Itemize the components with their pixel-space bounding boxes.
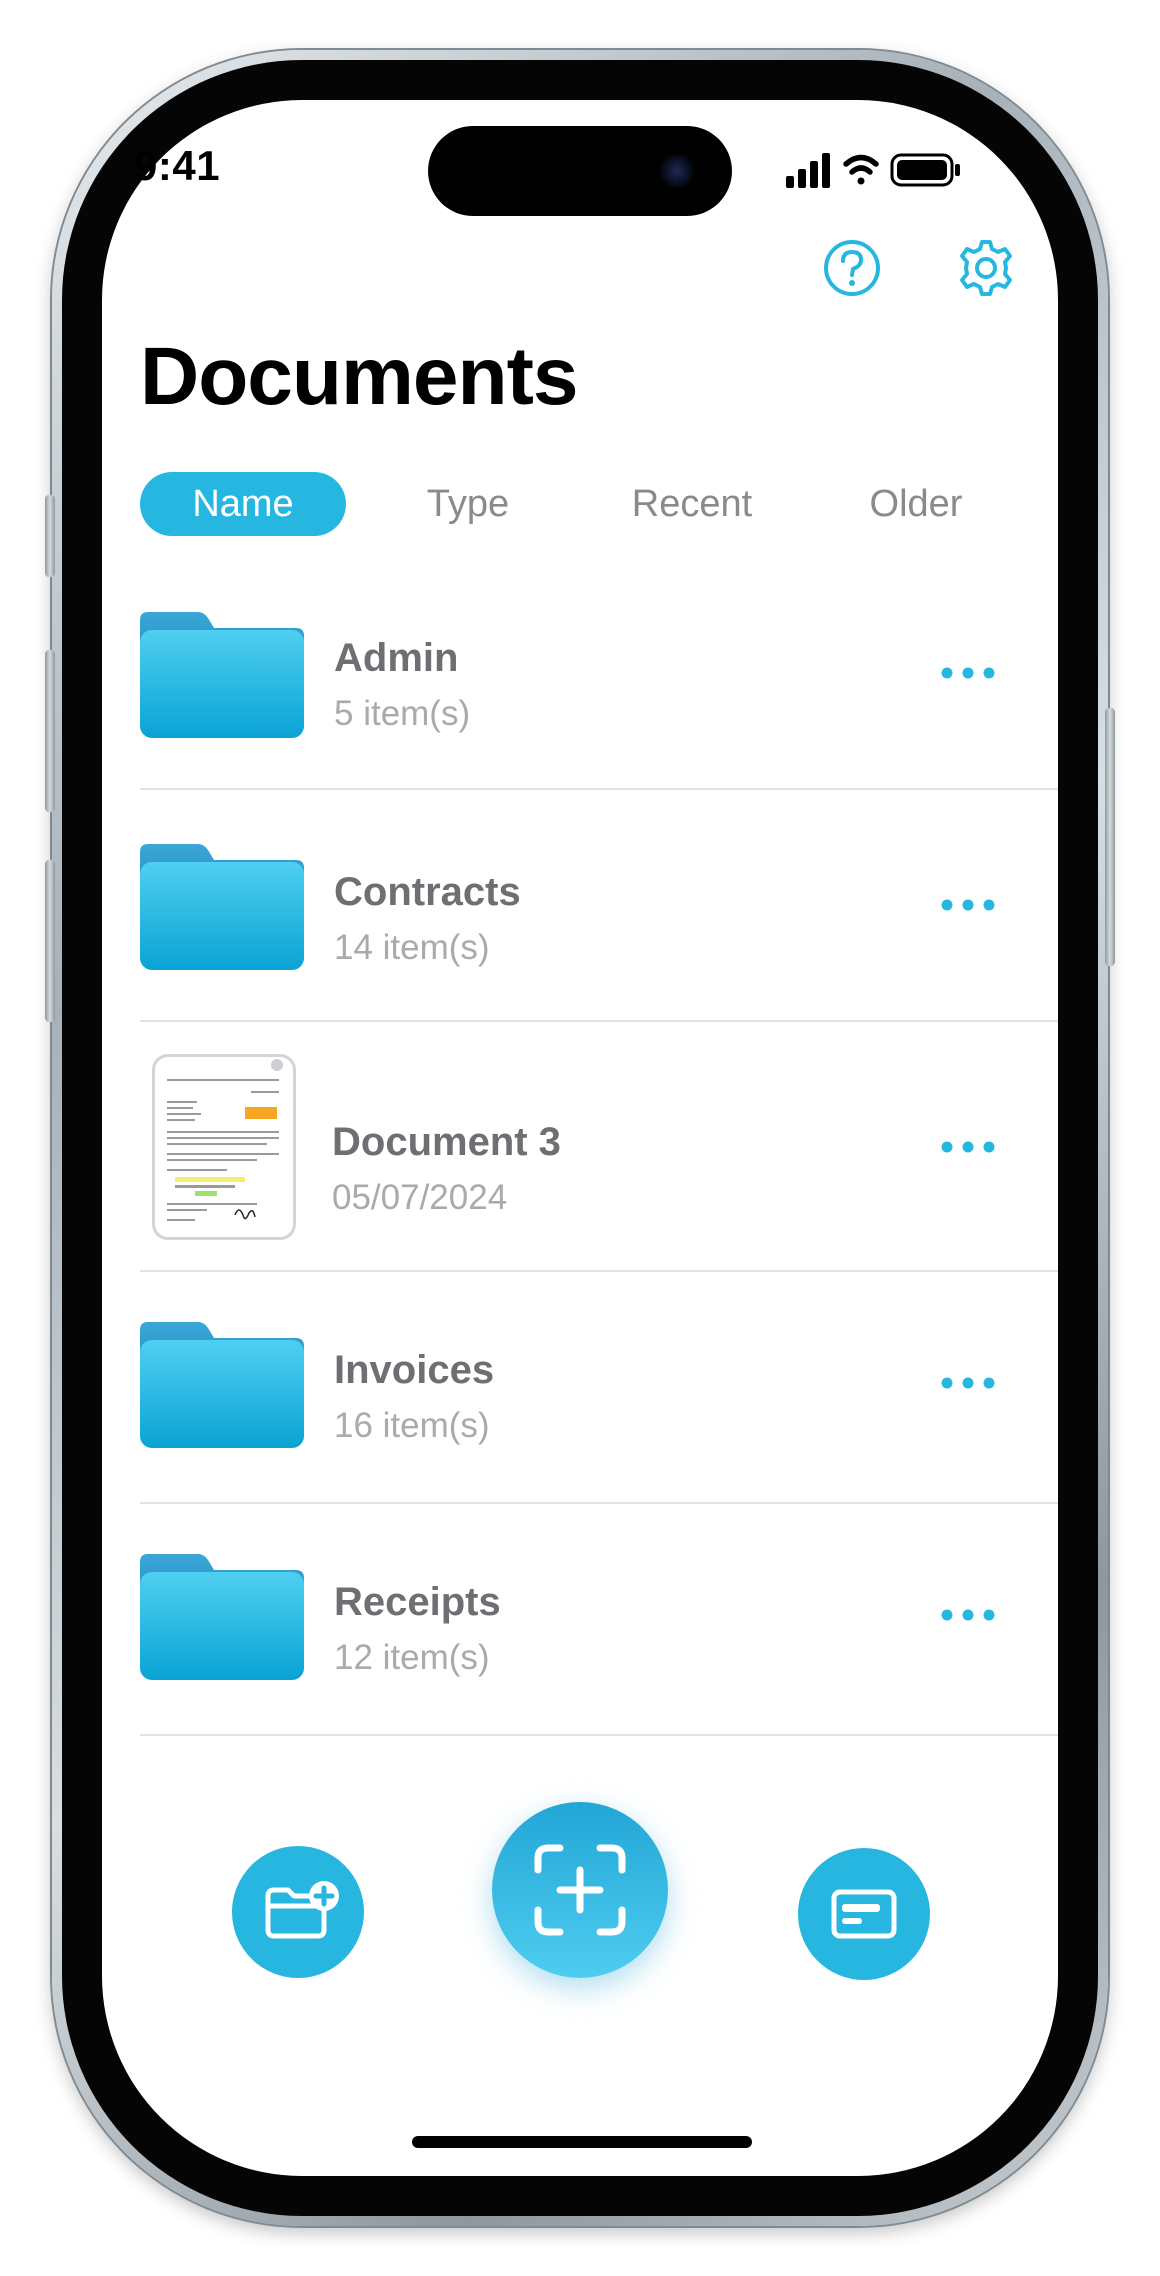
battery-icon	[890, 153, 960, 187]
ellipsis-icon[interactable]	[940, 666, 996, 680]
item-title: Admin	[334, 636, 459, 680]
list-item[interactable]: Admin 5 item(s)	[140, 600, 1058, 790]
card-button[interactable]	[798, 1848, 930, 1980]
folder-icon	[140, 844, 304, 970]
tab-name[interactable]: Name	[140, 472, 346, 536]
ellipsis-icon[interactable]	[940, 1376, 996, 1390]
list-item[interactable]: Document 3 05/07/2024	[140, 1022, 1058, 1272]
tab-type[interactable]: Type	[396, 472, 540, 536]
ellipsis-icon[interactable]	[940, 898, 996, 912]
settings-button[interactable]	[956, 238, 1016, 298]
ellipsis-icon[interactable]	[940, 1608, 996, 1622]
id-card-icon	[831, 1889, 897, 1939]
dynamic-island	[428, 126, 732, 216]
gear-icon	[960, 240, 1012, 296]
document-preview-icon	[167, 1059, 283, 1221]
folder-icon	[140, 612, 304, 738]
front-camera	[658, 152, 696, 190]
status-time: 9:41	[134, 142, 221, 189]
item-subtitle: 5 item(s)	[334, 694, 471, 733]
ellipsis-icon[interactable]	[940, 1140, 996, 1154]
item-subtitle: 05/07/2024	[332, 1178, 508, 1217]
cellular-signal-icon	[786, 153, 830, 188]
list-item[interactable]: Invoices 16 item(s)	[140, 1272, 1058, 1504]
home-indicator	[412, 2136, 752, 2148]
scan-button[interactable]	[492, 1802, 668, 1978]
wifi-icon	[843, 154, 879, 185]
item-subtitle: 16 item(s)	[334, 1406, 490, 1445]
tab-older[interactable]: Older	[846, 472, 986, 536]
item-subtitle: 14 item(s)	[334, 928, 490, 967]
volume-up-button	[45, 650, 55, 812]
status-icons	[786, 153, 960, 188]
document-thumbnail	[152, 1054, 296, 1240]
folder-plus-icon	[265, 1881, 339, 1939]
action-button	[45, 495, 55, 577]
page-title: Documents	[140, 331, 579, 422]
tab-recent[interactable]: Recent	[610, 472, 774, 536]
volume-down-button	[45, 860, 55, 1022]
help-button[interactable]	[822, 238, 882, 298]
item-subtitle: 12 item(s)	[334, 1638, 490, 1677]
item-title: Document 3	[332, 1120, 561, 1164]
new-folder-button[interactable]	[232, 1846, 364, 1978]
scan-plus-icon	[534, 1844, 626, 1936]
row-divider	[140, 1734, 1058, 1736]
item-title: Contracts	[334, 870, 521, 914]
folder-icon	[140, 1322, 304, 1448]
question-circle-icon	[824, 240, 880, 296]
list-item[interactable]: Contracts 14 item(s)	[140, 790, 1058, 1022]
folder-icon	[140, 1554, 304, 1680]
item-title: Invoices	[334, 1348, 495, 1392]
list-item[interactable]: Receipts 12 item(s)	[140, 1504, 1058, 1736]
item-title: Receipts	[334, 1580, 501, 1624]
power-button	[1105, 708, 1115, 966]
